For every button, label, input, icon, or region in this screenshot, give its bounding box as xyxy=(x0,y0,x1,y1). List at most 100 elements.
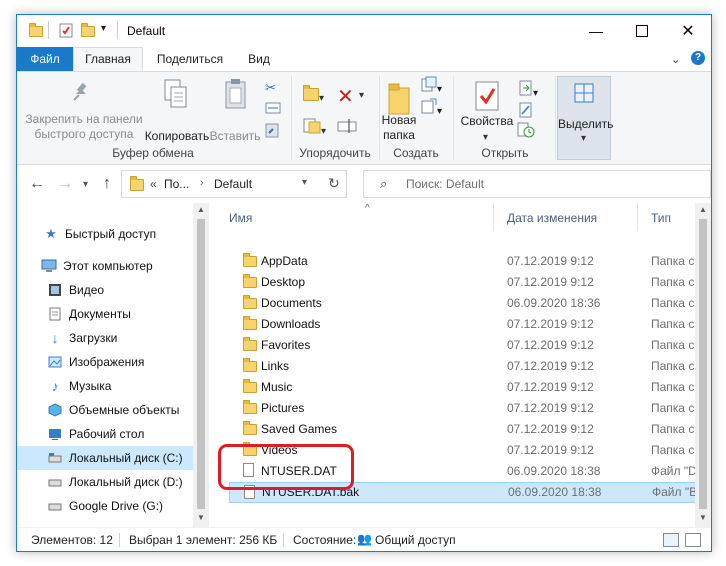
edit-icon[interactable] xyxy=(519,102,533,121)
list-item[interactable]: Music07.12.2019 9:12Папка с файл xyxy=(229,377,711,398)
column-header-date[interactable]: Дата изменения xyxy=(507,211,597,225)
forward-icon[interactable]: → xyxy=(57,175,73,193)
tab-view[interactable]: Вид xyxy=(239,47,279,71)
folder-icon xyxy=(29,22,43,40)
properties-dropdown-icon[interactable]: ▾ xyxy=(483,132,488,143)
title-bar: ▾ Default — ✕ xyxy=(17,15,711,47)
up-icon[interactable]: ↑ xyxy=(103,175,111,193)
nav-item-label: Изображения xyxy=(69,355,145,369)
new-folder-qat-icon[interactable] xyxy=(81,22,95,40)
close-button[interactable]: ✕ xyxy=(665,15,711,47)
open-icon[interactable]: ▾ xyxy=(519,80,538,99)
nav-item-label: Локальный диск (C:) xyxy=(69,451,183,465)
address-bar[interactable]: « По... › Default ▾ ↻ xyxy=(121,170,347,198)
new-item-icon[interactable]: ▾ xyxy=(421,76,442,95)
delete-icon[interactable]: ✕ xyxy=(337,84,354,109)
breadcrumb-current[interactable]: Default xyxy=(214,177,252,191)
ribbon-collapse-icon[interactable]: ⌄ xyxy=(671,53,680,66)
minimize-button[interactable]: — xyxy=(573,15,619,47)
back-icon[interactable]: ← xyxy=(29,175,45,193)
folder-icon xyxy=(243,379,257,393)
file-scroll-thumb[interactable] xyxy=(699,219,707,509)
list-item[interactable]: Documents06.09.2020 18:36Папка с файл xyxy=(229,293,711,314)
nav-item-local-disk-c[interactable]: Локальный диск (C:) xyxy=(17,446,193,470)
window-title: Default xyxy=(127,24,166,38)
search-box[interactable]: ⌕ Поиск: Default xyxy=(363,170,711,198)
breadcrumb-chevron-icon[interactable]: › xyxy=(200,177,204,189)
list-item[interactable]: Favorites07.12.2019 9:12Папка с файл xyxy=(229,335,711,356)
sharing-state-value: Общий доступ xyxy=(375,533,456,547)
pin-quick-access-button[interactable]: Закрепить на панели быстрого доступа xyxy=(23,112,145,142)
paste-shortcut-icon[interactable] xyxy=(265,122,279,141)
copy-button[interactable]: Копировать xyxy=(143,129,211,144)
nav-item-videos[interactable]: Видео xyxy=(17,278,193,302)
maximize-icon xyxy=(636,25,648,37)
copy-path-icon[interactable] xyxy=(265,102,281,117)
minimize-icon: — xyxy=(589,23,603,39)
nav-item-label: Рабочий стол xyxy=(69,427,145,441)
nav-item-downloads[interactable]: ↓ Загрузки xyxy=(17,326,193,350)
paste-button[interactable]: Вставить xyxy=(209,129,261,144)
move-to-icon[interactable]: ▾ xyxy=(303,85,324,104)
column-divider[interactable] xyxy=(637,203,638,231)
clipboard-group-label: Буфер обмена xyxy=(112,146,194,160)
search-input[interactable]: Поиск: Default xyxy=(406,177,484,191)
scroll-up-icon[interactable]: ▲ xyxy=(197,205,205,214)
new-folder-button[interactable]: Новая папка xyxy=(375,113,423,143)
tab-file[interactable]: Файл xyxy=(17,47,73,71)
nav-item-pictures[interactable]: Изображения xyxy=(17,350,193,374)
nav-item-desktop[interactable]: Рабочий стол xyxy=(17,422,193,446)
column-divider[interactable] xyxy=(493,203,494,231)
easy-access-icon[interactable]: ▾ xyxy=(421,98,442,117)
nav-scrollbar[interactable]: ▲ ▼ xyxy=(193,203,209,527)
copy-to-icon[interactable]: ▾ xyxy=(303,118,326,137)
tab-home[interactable]: Главная xyxy=(73,47,143,71)
nav-item-documents[interactable]: Документы xyxy=(17,302,193,326)
column-header-name[interactable]: Имя xyxy=(229,211,252,225)
nav-item-3d-objects[interactable]: Объемные объекты xyxy=(17,398,193,422)
file-list-scrollbar[interactable]: ▲ ▼ xyxy=(695,203,711,527)
nav-scroll-thumb[interactable] xyxy=(197,219,205,509)
pin-icon xyxy=(69,80,93,107)
nav-item-google-drive[interactable]: Google Drive (G:) xyxy=(17,494,193,518)
help-icon[interactable]: ? xyxy=(691,51,705,65)
breadcrumb-overflow[interactable]: « xyxy=(150,177,157,191)
nav-item-local-disk-d[interactable]: Локальный диск (D:) xyxy=(17,470,193,494)
maximize-button[interactable] xyxy=(619,15,665,47)
list-item[interactable]: Links07.12.2019 9:12Папка с файл xyxy=(229,356,711,377)
nav-item-quick-access[interactable]: ★ Быстрый доступ xyxy=(17,222,193,246)
list-item[interactable]: Pictures07.12.2019 9:12Папка с файл xyxy=(229,398,711,419)
rename-icon[interactable] xyxy=(337,118,359,137)
select-button[interactable]: Выделить ▾ xyxy=(557,76,613,160)
pictures-icon xyxy=(47,355,63,369)
list-item[interactable]: Desktop07.12.2019 9:12Папка с файл xyxy=(229,272,711,293)
drive-icon xyxy=(47,499,63,513)
history-icon[interactable] xyxy=(517,122,535,141)
properties-button[interactable]: Свойства xyxy=(457,114,517,129)
folder-icon xyxy=(243,421,257,435)
large-icons-view-icon[interactable] xyxy=(685,533,701,547)
tab-share[interactable]: Поделиться xyxy=(145,47,235,71)
scroll-up-icon[interactable]: ▲ xyxy=(699,205,707,214)
scroll-down-icon[interactable]: ▼ xyxy=(197,513,205,522)
sharing-state-label: Состояние: xyxy=(293,533,357,547)
nav-item-label: Объемные объекты xyxy=(69,403,180,417)
list-item[interactable]: Saved Games07.12.2019 9:12Папка с файл xyxy=(229,419,711,440)
scroll-down-icon[interactable]: ▼ xyxy=(699,513,707,522)
nav-item-music[interactable]: ♪ Музыка xyxy=(17,374,193,398)
address-dropdown-icon[interactable]: ▾ xyxy=(302,177,307,188)
cut-icon[interactable]: ✂ xyxy=(265,80,276,96)
properties-qat-icon[interactable] xyxy=(59,22,73,40)
drive-icon xyxy=(47,475,63,489)
qat-dropdown-icon[interactable]: ▾ xyxy=(101,23,106,41)
recent-locations-icon[interactable]: ▾ xyxy=(83,179,88,190)
details-view-icon[interactable] xyxy=(663,533,679,547)
column-header-type[interactable]: Тип xyxy=(651,211,671,225)
delete-dropdown-icon[interactable]: ▾ xyxy=(359,90,364,101)
nav-item-this-pc[interactable]: Этот компьютер xyxy=(17,254,193,278)
list-item[interactable]: Downloads07.12.2019 9:12Папка с файл xyxy=(229,314,711,335)
refresh-icon[interactable]: ↻ xyxy=(328,175,340,192)
ribbon-separator xyxy=(453,76,454,160)
breadcrumb-parent[interactable]: По... xyxy=(164,177,189,191)
list-item[interactable]: AppData07.12.2019 9:12Папка с файл xyxy=(229,251,711,272)
